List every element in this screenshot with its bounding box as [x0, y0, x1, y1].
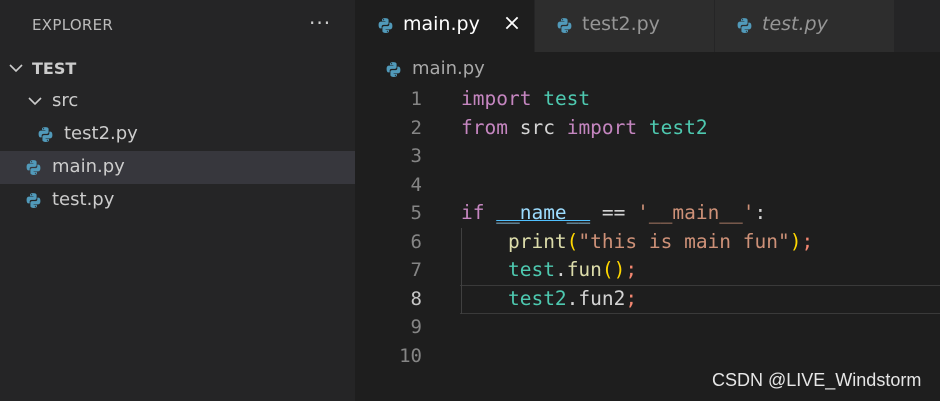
editor-tab-bar: main.py test2.py test.py — [355, 0, 940, 52]
tree-folder-src[interactable]: src — [0, 85, 355, 118]
code-line-2: from src import test2 — [461, 116, 708, 139]
python-file-icon — [26, 160, 41, 175]
line-number: 6 — [410, 231, 422, 253]
tab-test2-py[interactable]: test2.py — [535, 0, 715, 52]
code-editor[interactable]: 1 2 3 4 5 6 7 8 9 10 import test from sr… — [355, 84, 940, 401]
semicolon-token: ; — [625, 287, 638, 310]
python-file-icon — [378, 18, 393, 33]
paren-token: ) — [789, 230, 802, 253]
line-number: 10 — [399, 345, 422, 367]
keyword-token: import — [461, 87, 532, 110]
tree-item-test-py[interactable]: test.py — [0, 184, 355, 217]
tree-item-label: main.py — [52, 156, 125, 177]
python-file-icon — [737, 18, 752, 33]
code-line-8: test2.fun2; — [461, 287, 637, 310]
dot-token: . — [554, 258, 567, 281]
code-line-6: print("this is main fun"); — [461, 230, 813, 253]
indent-guide — [461, 228, 462, 314]
module-token: test — [543, 87, 591, 110]
explorer-title: EXPLORER — [32, 16, 114, 34]
keyword-token: from — [461, 116, 508, 139]
explorer-header: EXPLORER ··· — [0, 0, 355, 50]
function-token: fun — [566, 258, 602, 281]
module-token: test2 — [507, 287, 567, 310]
paren-token: ( — [566, 230, 579, 253]
keyword-token: import — [566, 116, 638, 139]
keyword-token: if — [461, 201, 485, 224]
line-number: 1 — [410, 88, 422, 110]
line-number: 3 — [410, 145, 422, 167]
chevron-down-icon — [9, 64, 23, 73]
operator-token: == — [601, 201, 626, 224]
colon-token: : — [754, 201, 767, 224]
watermark: CSDN @LIVE_Windstorm — [712, 370, 922, 390]
dunder-token: __name__ — [496, 201, 591, 224]
tree-folder-label: src — [52, 90, 79, 111]
code-line-7: test.fun(); — [461, 258, 637, 281]
semicolon-token: ; — [801, 230, 814, 253]
string-token: "this is main fun" — [578, 230, 790, 253]
line-number-active: 8 — [410, 288, 422, 310]
paren-token: () — [601, 258, 626, 281]
tree-item-label: test2.py — [64, 123, 138, 144]
code-line-1: import test — [461, 87, 590, 110]
code-line-5: if __name__ == '__main__': — [461, 201, 766, 224]
tree-folder-label: TEST — [32, 59, 77, 78]
tree-item-test2-py[interactable]: test2.py — [0, 118, 355, 151]
tab-label: main.py — [403, 13, 480, 35]
python-file-icon — [557, 18, 572, 33]
string-token: '__main__' — [637, 201, 755, 224]
more-icon[interactable]: ··· — [309, 13, 331, 33]
chevron-down-icon — [28, 97, 42, 106]
python-file-icon — [386, 62, 401, 77]
breadcrumb-file[interactable]: main.py — [412, 58, 485, 79]
line-number: 9 — [410, 316, 422, 338]
close-icon[interactable] — [503, 14, 521, 32]
dot-token: . — [566, 287, 579, 310]
explorer-sidebar: EXPLORER ··· TEST src test2.py main.py t… — [0, 0, 355, 401]
tree-folder-test[interactable]: TEST — [0, 52, 355, 85]
tree-item-main-py[interactable]: main.py — [0, 151, 355, 184]
module-token: test — [507, 258, 555, 281]
line-number: 2 — [410, 117, 422, 139]
line-number: 4 — [410, 174, 422, 196]
identifier-token: src — [519, 116, 555, 139]
tab-label: test.py — [762, 13, 828, 35]
tab-main-py[interactable]: main.py — [355, 0, 535, 52]
python-file-icon — [38, 127, 53, 142]
python-file-icon — [26, 193, 41, 208]
function-token: print — [507, 230, 567, 253]
semicolon-token: ; — [625, 258, 638, 281]
tab-label: test2.py — [582, 13, 660, 35]
module-token: test2 — [648, 116, 708, 139]
function-token: fun2 — [578, 287, 626, 310]
line-number: 7 — [410, 259, 422, 281]
tree-item-label: test.py — [52, 189, 115, 210]
tab-test-py[interactable]: test.py — [715, 0, 895, 52]
line-number: 5 — [410, 202, 422, 224]
